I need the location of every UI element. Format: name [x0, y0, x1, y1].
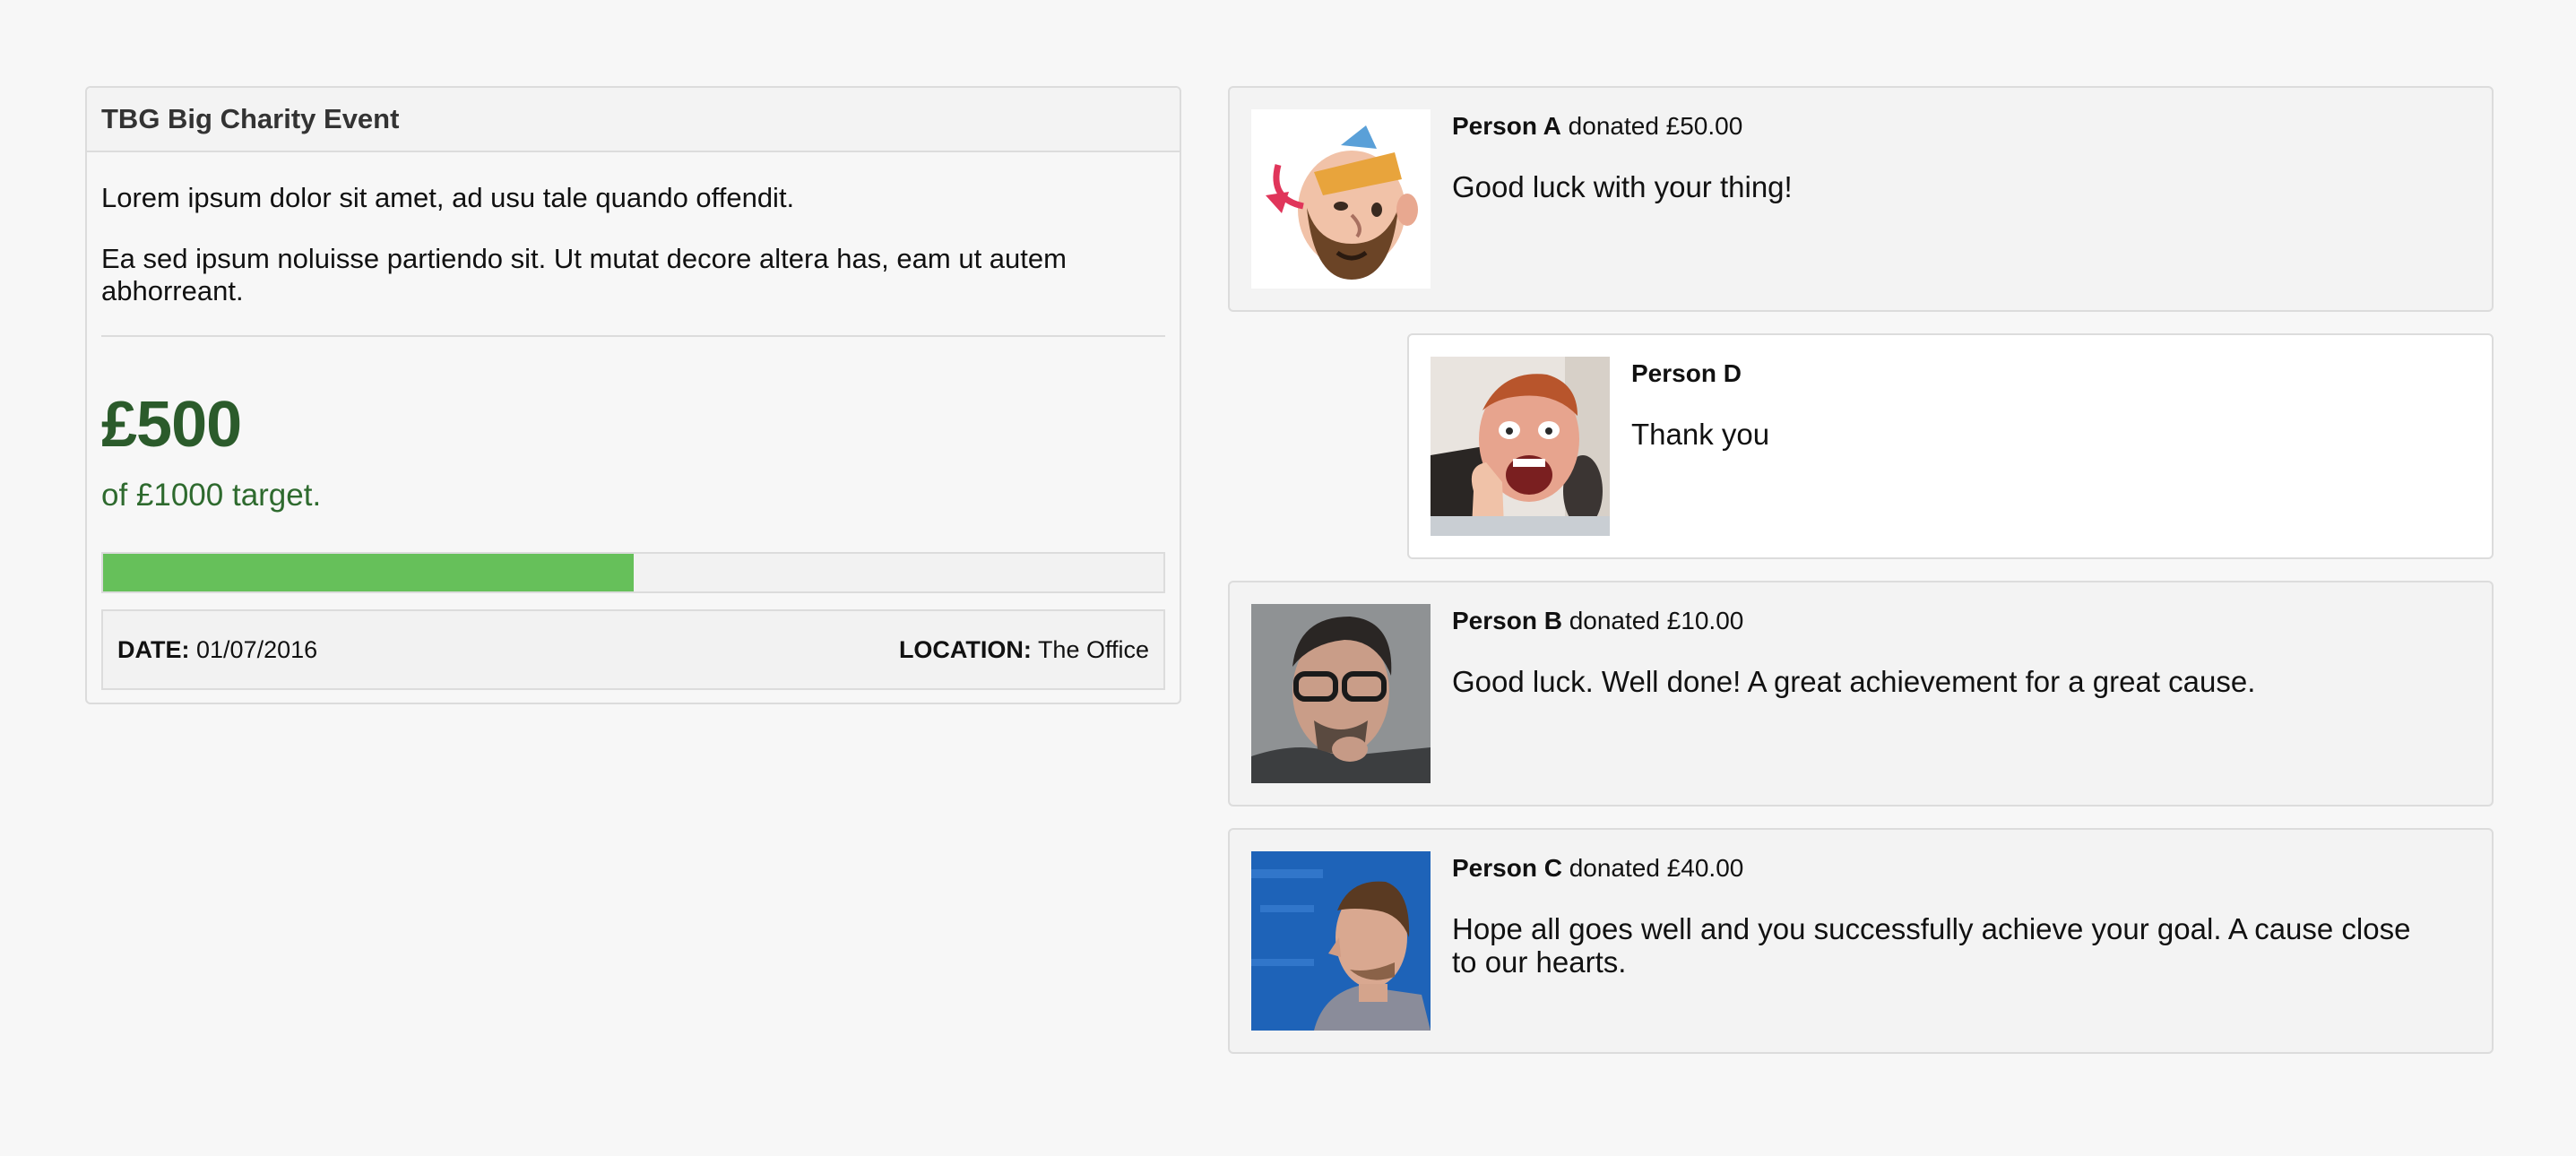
target-text: of £1000 target.	[101, 478, 322, 513]
reply-message: Thank you	[1631, 418, 1770, 451]
donation-text: Person A donated £50.00 Good luck with y…	[1452, 111, 2438, 203]
donation-message: Hope all goes well and you successfully …	[1452, 912, 2411, 979]
donation-message: Good luck with your thing!	[1452, 170, 1793, 203]
donor-name: Person B	[1452, 607, 1562, 634]
photo-avatar	[1251, 604, 1431, 783]
donation-text: Person B donated £10.00 Good luck. Well …	[1452, 606, 2438, 698]
photo-avatar	[1431, 357, 1610, 536]
donation-text: Person C donated £40.00 Hope all goes we…	[1452, 853, 2438, 979]
donation-amount: donated £40.00	[1569, 854, 1744, 882]
location-label: LOCATION:	[898, 635, 1032, 663]
event-meta: DATE: 01/07/2016 LOCATION: The Office	[101, 609, 1165, 690]
progress-bar	[101, 552, 1165, 593]
event-body: Lorem ipsum dolor sit amet, ad usu tale …	[87, 182, 1180, 690]
reply-header: Person D	[1631, 358, 2438, 389]
date-label: DATE:	[117, 635, 190, 663]
donation-header: Person B donated £10.00	[1452, 606, 2438, 636]
event-location: LOCATION: The Office	[899, 636, 1149, 664]
date-value: 01/07/2016	[196, 635, 318, 663]
donor-name: Person A	[1452, 112, 1561, 140]
donation-card: Person B donated £10.00 Good luck. Well …	[1228, 581, 2494, 807]
reply-card: Person D Thank you	[1407, 333, 2494, 559]
donor-name: Person C	[1452, 854, 1562, 882]
reply-author-name: Person D	[1631, 359, 1742, 387]
event-panel: TBG Big Charity Event Lorem ipsum dolor …	[85, 86, 1181, 704]
donation-amount: donated £50.00	[1568, 112, 1743, 140]
event-description-2: Ea sed ipsum noluisse partiendo sit. Ut …	[101, 243, 1067, 306]
donation-header: Person A donated £50.00	[1452, 111, 2438, 142]
reply-text: Person D Thank you	[1631, 358, 2438, 451]
event-title: TBG Big Charity Event	[87, 88, 1180, 152]
progress-bar-fill	[103, 554, 634, 591]
donation-card: Person C donated £40.00 Hope all goes we…	[1228, 828, 2494, 1054]
cartoon-avatar	[1251, 109, 1431, 289]
amount-raised: £500	[101, 389, 242, 461]
event-description-1: Lorem ipsum dolor sit amet, ad usu tale …	[101, 182, 795, 213]
event-date: DATE: 01/07/2016	[117, 636, 317, 664]
location-value: The Office	[1037, 635, 1149, 663]
donation-amount: donated £10.00	[1569, 607, 1744, 634]
divider	[101, 335, 1165, 337]
photo-avatar	[1251, 851, 1431, 1031]
donation-message: Good luck. Well done! A great achievemen…	[1452, 665, 2256, 698]
donation-card: Person A donated £50.00 Good luck with y…	[1228, 86, 2494, 312]
donation-header: Person C donated £40.00	[1452, 853, 2438, 884]
